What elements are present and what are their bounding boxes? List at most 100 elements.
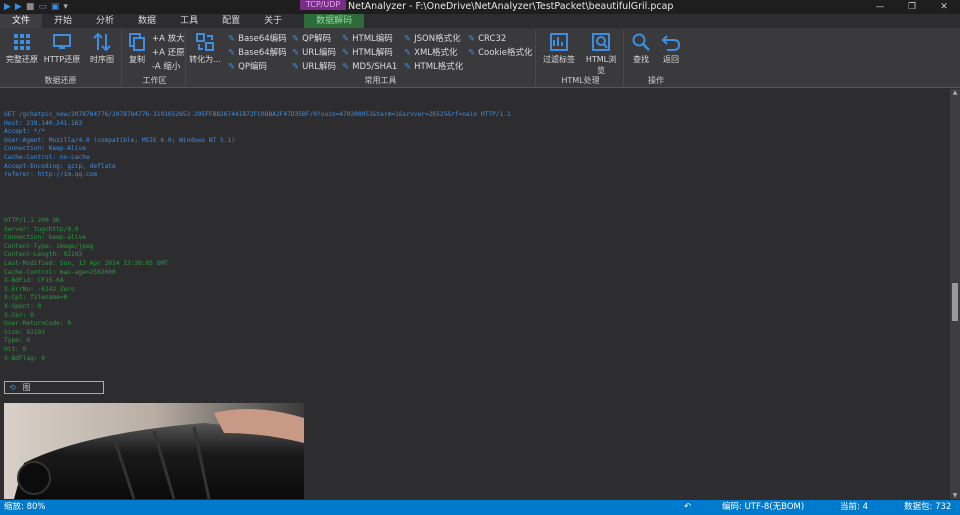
response-line: Type: 0	[4, 337, 31, 345]
tab-about[interactable]: 关于	[252, 14, 294, 28]
request-line: Accept: */*	[4, 128, 45, 136]
tab-file[interactable]: 文件	[0, 14, 43, 28]
stop-icon[interactable]: ■	[26, 1, 35, 13]
html-browse-button[interactable]: HTML浏览	[582, 32, 620, 76]
convert-to-button[interactable]: 转化为...	[188, 32, 222, 65]
response-line: Size: 92193	[4, 328, 45, 336]
http-request-text: GET /gchatpic_new/2078784776/2078784776-…	[4, 111, 511, 180]
qp-decode-button[interactable]: ✎ QP解码	[292, 33, 331, 45]
url-encode-button[interactable]: ✎ URL编码	[292, 47, 336, 59]
response-line: Content-Type: image/jpeg	[4, 242, 94, 250]
wrench-icon: ✎	[342, 34, 350, 44]
zoom-reset-button[interactable]: +A 还原	[152, 47, 185, 59]
wrench-icon: ✎	[228, 48, 236, 58]
save-icon[interactable]: ▣	[51, 1, 60, 13]
app-window: ▶ ▶ ■ ▭ ▣ ▾ TCP/UDP NetAnalyzer - F:\One…	[0, 0, 960, 515]
wrench-icon: ✎	[468, 48, 476, 58]
request-line: referer: http://im.qq.com	[4, 171, 98, 179]
minimize-button[interactable]: —	[864, 0, 896, 14]
play-icon[interactable]: ▶	[15, 1, 22, 13]
scroll-up-icon[interactable]: ▲	[950, 89, 960, 96]
convert-icon	[196, 33, 214, 51]
html-encode-button[interactable]: ✎ HTML编码	[342, 33, 393, 45]
vertical-scrollbar[interactable]: ▲ ▼	[950, 89, 960, 499]
response-line: X-Cer: 0	[4, 311, 34, 319]
wrench-icon: ✎	[342, 62, 350, 72]
html-format-button[interactable]: ✎ HTML格式化	[404, 61, 463, 73]
undo-icon[interactable]: ↶	[684, 500, 691, 515]
request-line: Accept-Encoding: gzip, deflate	[4, 162, 116, 170]
restore-button[interactable]: ❐	[896, 0, 928, 14]
sequence-diagram-button[interactable]: 时序图	[83, 32, 121, 65]
response-line: X-BdFlag: 0	[4, 354, 45, 362]
image-toolbar[interactable]: ⟲ 图	[4, 381, 104, 394]
zoom-status: 缩放: 80%	[4, 502, 46, 512]
response-line: Server: tugchttp/0.0	[4, 225, 79, 233]
image-label: 图	[22, 383, 31, 392]
wrench-icon: ✎	[292, 62, 300, 72]
tab-tools[interactable]: 工具	[168, 14, 210, 28]
group-label: 操作	[648, 76, 664, 85]
ribbon: 完整还原 HTTP还原 时序图 数据还原 复制 +A 放大 +A 还原 -A 缩…	[0, 28, 960, 88]
wrench-icon: ✎	[228, 34, 236, 44]
group-label: 工作区	[142, 76, 167, 85]
zoom-out-button[interactable]: -A 缩小	[152, 61, 180, 73]
wrench-icon: ✎	[468, 34, 476, 44]
copy-button[interactable]: 复制	[124, 32, 150, 65]
browse-icon	[592, 33, 610, 51]
tab-start[interactable]: 开始	[42, 14, 84, 28]
dropdown-icon[interactable]: ▾	[63, 1, 68, 13]
base64-decode-button[interactable]: ✎ Base64解码	[228, 47, 287, 59]
decode-content-pane[interactable]: GET /gchatpic_new/2078784776/2078784776-…	[0, 89, 950, 499]
response-line: X-ErrNo: -6142 Zero	[4, 285, 75, 293]
quick-access-toolbar: ▶ ▶ ■ ▭ ▣ ▾	[0, 1, 68, 13]
play-icon[interactable]: ▶	[4, 1, 11, 13]
wrench-icon: ✎	[292, 48, 300, 58]
tab-analysis[interactable]: 分析	[84, 14, 126, 28]
base64-encode-button[interactable]: ✎ Base64编码	[228, 33, 287, 45]
html-decode-button[interactable]: ✎ HTML解码	[342, 47, 393, 59]
request-line: Connection: Keep-Alive	[4, 145, 86, 153]
tab-data-decode[interactable]: 数据解码	[304, 14, 365, 28]
ribbon-tabs: 文件 开始 分析 数据 工具 配置 关于 数据解码	[0, 14, 960, 28]
tcp-context-label: TCP/UDP	[300, 0, 346, 10]
response-line: HTTP/1.1 200 OK	[4, 217, 60, 224]
window-controls: — ❐ ✕	[864, 0, 960, 14]
response-line: User-ReturnCode: 0	[4, 320, 72, 328]
wrench-icon: ✎	[404, 62, 412, 72]
request-line: Host: 219.140.241.163	[4, 119, 83, 127]
zoom-in-button[interactable]: +A 放大	[152, 33, 185, 45]
filter-tags-button[interactable]: 过滤标签	[540, 32, 578, 65]
group-html: 过滤标签 HTML浏览 HTML处理	[538, 30, 624, 86]
json-format-button[interactable]: ✎ JSON格式化	[404, 33, 461, 45]
cookie-format-button[interactable]: ✎ Cookie格式化	[468, 47, 532, 59]
group-label: HTML处理	[561, 76, 600, 85]
wrench-icon: ✎	[404, 34, 412, 44]
monitor-icon	[53, 34, 71, 49]
response-line: Connection: keep-alive	[4, 234, 86, 242]
close-button[interactable]: ✕	[928, 0, 960, 14]
scroll-thumb[interactable]	[952, 283, 958, 321]
md5-sha1-button[interactable]: ✎ MD5/SHA1	[342, 61, 397, 73]
crc32-button[interactable]: ✎ CRC32	[468, 33, 506, 45]
window-title: NetAnalyzer - F:\OneDrive\NetAnalyzer\Te…	[348, 1, 674, 12]
find-button[interactable]: 查找	[626, 32, 656, 65]
title-bar: ▶ ▶ ■ ▭ ▣ ▾ TCP/UDP NetAnalyzer - F:\One…	[0, 0, 960, 14]
scroll-down-icon[interactable]: ▼	[950, 492, 960, 499]
http-restore-button[interactable]: HTTP还原	[43, 32, 81, 65]
grid-icon	[14, 34, 30, 50]
status-bar: 缩放: 80% ↶ 编码: UTF-8(无BOM) 当前: 4 数据包: 732	[0, 500, 960, 515]
back-button[interactable]: 返回	[656, 32, 686, 65]
search-icon	[632, 33, 650, 51]
tab-data[interactable]: 数据	[126, 14, 168, 28]
response-line: Content-Length: 92193	[4, 251, 83, 259]
full-restore-button[interactable]: 完整还原	[3, 32, 41, 65]
wrench-icon: ✎	[342, 48, 350, 58]
url-decode-button[interactable]: ✎ URL解码	[292, 61, 336, 73]
response-line: X-Cpt: filename=0	[4, 294, 68, 302]
xml-format-button[interactable]: ✎ XML格式化	[404, 47, 458, 59]
tab-config[interactable]: 配置	[210, 14, 252, 28]
qp-encode-button[interactable]: ✎ QP编码	[228, 61, 267, 73]
open-folder-icon[interactable]: ▭	[38, 1, 47, 13]
request-line: Cache-Control: no-cache	[4, 153, 90, 161]
